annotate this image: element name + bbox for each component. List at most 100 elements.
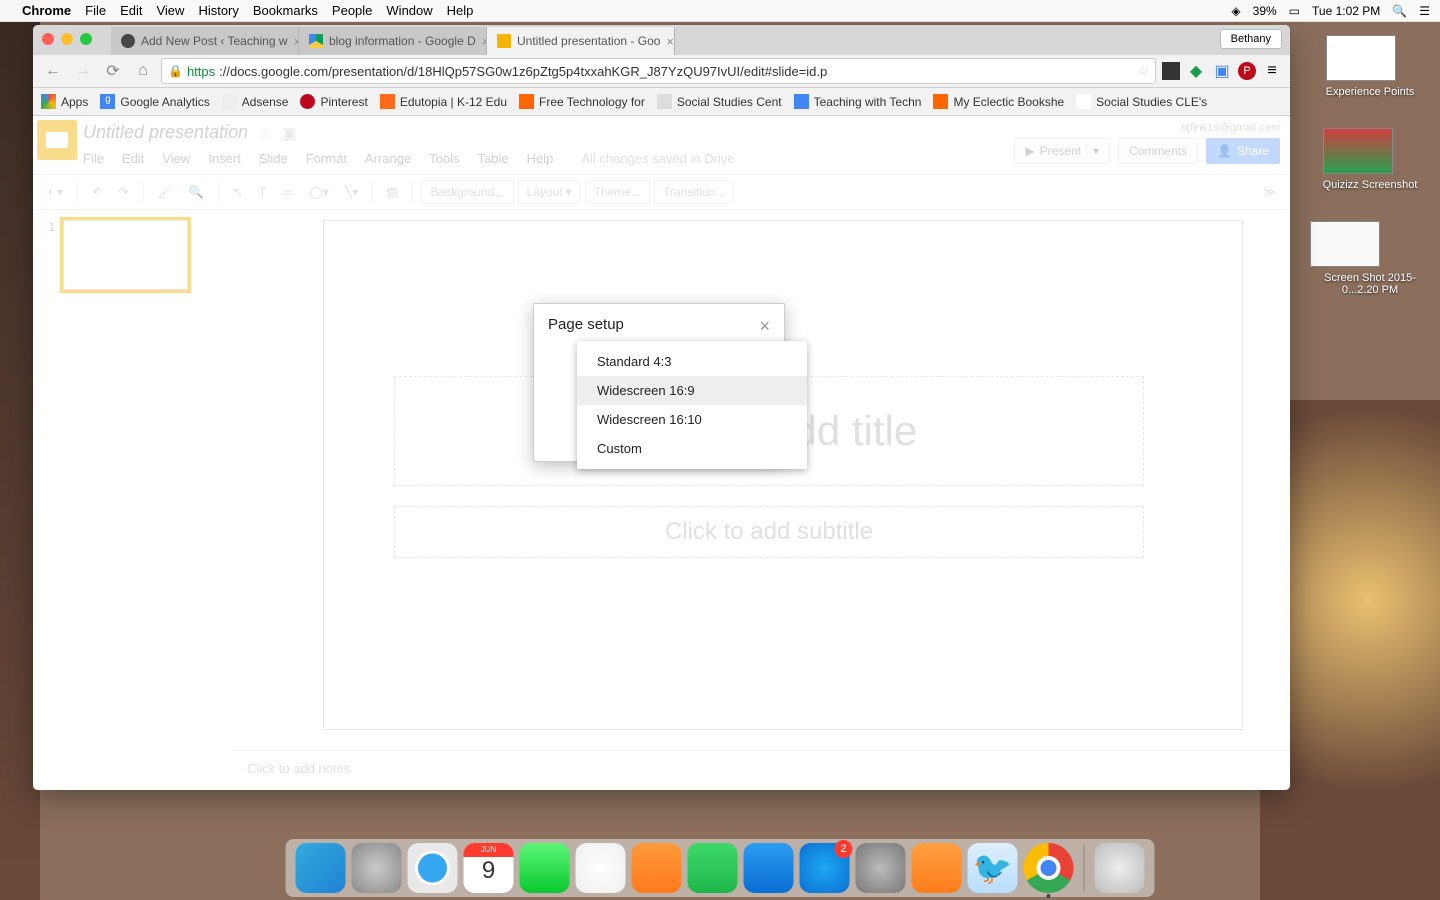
new-slide-button[interactable]: + ▾ <box>41 181 69 203</box>
chrome-menu-icon[interactable]: ≡ <box>1262 61 1282 81</box>
redo-button[interactable]: ↷ <box>112 181 134 203</box>
menubar-history[interactable]: History <box>198 3 238 18</box>
close-window-button[interactable] <box>42 33 54 45</box>
star-icon[interactable]: ☆ <box>259 125 272 142</box>
menu-edit[interactable]: Edit <box>122 151 144 166</box>
notification-center-icon[interactable]: ☰ <box>1419 4 1430 18</box>
profile-button[interactable]: Bethany <box>1220 29 1282 49</box>
dropbox-icon[interactable]: ◈ <box>1231 4 1240 18</box>
dock-keynote[interactable] <box>744 843 794 893</box>
forward-button[interactable]: → <box>71 59 95 83</box>
share-button[interactable]: 👤Share <box>1206 138 1280 164</box>
menu-help[interactable]: Help <box>527 151 554 166</box>
dock-settings[interactable] <box>856 843 906 893</box>
tab-blog-information[interactable]: blog information - Google D × <box>299 27 487 55</box>
address-bar[interactable]: 🔒 https://docs.google.com/presentation/d… <box>161 58 1156 84</box>
zoom-button[interactable]: 🔍 <box>183 181 210 203</box>
dock-safari[interactable] <box>408 843 458 893</box>
paint-format-button[interactable]: 🖌 <box>152 181 179 203</box>
dock-launchpad[interactable] <box>352 843 402 893</box>
dock-photos[interactable] <box>576 843 626 893</box>
menubar-view[interactable]: View <box>156 3 184 18</box>
line-tool[interactable]: ╲▾ <box>339 181 364 203</box>
bookmark-socialstudies[interactable]: Social Studies Cent <box>657 94 782 109</box>
select-tool[interactable]: ↖ <box>227 181 249 203</box>
dock-calculator[interactable] <box>912 843 962 893</box>
bookmark-cle[interactable]: Social Studies CLE's <box>1076 94 1207 109</box>
expand-toolbar-icon[interactable]: ≫ <box>1257 181 1282 203</box>
desktop-file-experience-points[interactable]: Experience Points <box>1326 35 1415 98</box>
dock-pages[interactable] <box>632 843 682 893</box>
close-dialog-icon[interactable]: × <box>759 316 770 337</box>
desktop-file-quizizz[interactable]: Quizizz Screenshot <box>1323 128 1418 191</box>
document-title[interactable]: Untitled presentation <box>83 122 248 143</box>
option-standard-43[interactable]: Standard 4:3 <box>577 347 807 376</box>
option-widescreen-1610[interactable]: Widescreen 16:10 <box>577 405 807 434</box>
dock-messages[interactable] <box>520 843 570 893</box>
menu-view[interactable]: View <box>162 151 190 166</box>
image-tool[interactable]: ▭ <box>276 181 299 203</box>
back-button[interactable]: ← <box>41 59 65 83</box>
slide-thumbnail-1[interactable] <box>63 220 188 290</box>
menu-insert[interactable]: Insert <box>208 151 241 166</box>
tab-add-new-post[interactable]: Add New Post ‹ Teaching w × <box>111 27 299 55</box>
menubar-edit[interactable]: Edit <box>120 3 142 18</box>
shape-tool[interactable]: ◯▾ <box>303 181 334 203</box>
menubar-bookmarks[interactable]: Bookmarks <box>253 3 318 18</box>
dock-appstore[interactable]: 2 <box>800 843 850 893</box>
bookmark-analytics[interactable]: gGoogle Analytics <box>100 94 209 109</box>
comments-button[interactable]: Comments <box>1118 138 1198 164</box>
menubar-app-name[interactable]: Chrome <box>22 3 71 18</box>
subtitle-placeholder[interactable]: Click to add subtitle <box>394 506 1144 558</box>
bookmark-apps[interactable]: Apps <box>41 94 88 109</box>
menu-tools[interactable]: Tools <box>429 151 459 166</box>
theme-button[interactable]: Theme... <box>585 180 650 204</box>
bookmark-bookshelf[interactable]: My Eclectic Bookshe <box>933 94 1064 109</box>
tab-untitled-presentation[interactable]: Untitled presentation - Goo × <box>487 27 675 55</box>
undo-button[interactable]: ↶ <box>86 181 108 203</box>
option-custom[interactable]: Custom <box>577 434 807 463</box>
maximize-window-button[interactable] <box>80 33 92 45</box>
menu-file[interactable]: File <box>83 151 104 166</box>
user-email[interactable]: bjfink1s@gmail.com <box>1014 122 1280 134</box>
desktop-file-screenshot[interactable]: Screen Shot 2015-0...2.20 PM <box>1310 221 1430 296</box>
dock-twitter[interactable]: 🐦 <box>968 843 1018 893</box>
background-button[interactable]: Background... <box>421 180 513 204</box>
bookmark-freetech[interactable]: Free Technology for <box>519 94 645 109</box>
menubar-people[interactable]: People <box>332 3 372 18</box>
comment-tool[interactable]: ▤ <box>381 181 404 203</box>
present-button[interactable]: ▶Present▾ <box>1014 138 1110 164</box>
dock-trash[interactable] <box>1095 843 1145 893</box>
extension-icon[interactable] <box>1162 62 1180 80</box>
menubar-help[interactable]: Help <box>447 3 474 18</box>
transition-button[interactable]: Transition... <box>654 180 734 204</box>
dock-calendar[interactable]: JUN9 <box>464 843 514 893</box>
reload-button[interactable]: ⟳ <box>101 59 125 83</box>
bookmark-teaching[interactable]: Teaching with Techn <box>794 94 922 109</box>
bookmark-edutopia[interactable]: Edutopia | K-12 Edu <box>380 94 507 109</box>
menu-slide[interactable]: Slide <box>259 151 288 166</box>
extension-icon[interactable]: ◆ <box>1186 61 1206 81</box>
home-button[interactable]: ⌂ <box>131 59 155 83</box>
menu-table[interactable]: Table <box>478 151 509 166</box>
textbox-tool[interactable]: T <box>253 181 272 203</box>
bookmark-star-icon[interactable]: ☆ <box>1137 63 1149 79</box>
option-widescreen-169[interactable]: Widescreen 16:9 <box>577 376 807 405</box>
bookmark-adsense[interactable]: Adsense <box>222 94 289 109</box>
menu-format[interactable]: Format <box>306 151 347 166</box>
menubar-window[interactable]: Window <box>386 3 432 18</box>
bookmark-pinterest[interactable]: Pinterest <box>300 94 367 109</box>
dock-chrome[interactable] <box>1024 843 1074 893</box>
pinterest-extension-icon[interactable]: P <box>1238 62 1256 80</box>
dock-numbers[interactable] <box>688 843 738 893</box>
layout-button[interactable]: Layout ▾ <box>518 180 581 204</box>
menubar-file[interactable]: File <box>85 3 106 18</box>
speaker-notes[interactable]: Click to add notes <box>233 750 1290 790</box>
folder-icon[interactable]: ▣ <box>282 125 296 142</box>
extension-icon[interactable]: ▣ <box>1212 61 1232 81</box>
minimize-window-button[interactable] <box>61 33 73 45</box>
close-tab-icon[interactable]: × <box>666 34 674 49</box>
menu-arrange[interactable]: Arrange <box>365 151 411 166</box>
slides-logo-icon[interactable] <box>37 120 77 160</box>
dock-finder[interactable] <box>296 843 346 893</box>
